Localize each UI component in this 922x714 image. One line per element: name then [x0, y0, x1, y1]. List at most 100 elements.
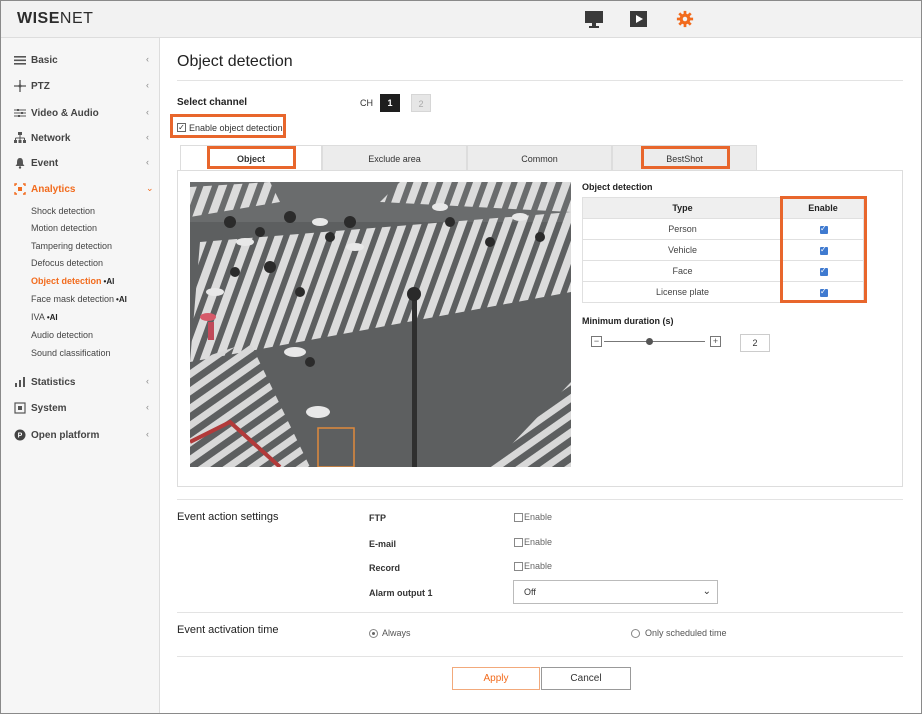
email-label: E-mail	[369, 539, 397, 549]
enable-object-detection-checkbox[interactable]: ✓	[177, 123, 186, 132]
chevron-down-icon: ⌄	[146, 183, 154, 193]
tab-object[interactable]: Object	[180, 145, 322, 171]
camera-scene-image	[190, 182, 571, 467]
sidebar-label: Network	[31, 133, 71, 144]
sidebar-sub-defocus-detection[interactable]: Defocus detection	[31, 258, 103, 268]
sub-label: Face mask detection	[31, 294, 115, 304]
chevron-left-icon: ‹	[146, 132, 149, 142]
sidebar-sub-iva[interactable]: IVA •AI	[31, 312, 58, 322]
enable-cell	[782, 260, 864, 282]
sidebar-item-statistics[interactable]: Statistics ‹	[0, 372, 159, 394]
chevron-left-icon: ‹	[146, 376, 149, 386]
increase-button[interactable]: +	[710, 336, 721, 347]
sidebar-sub-tampering-detection[interactable]: Tampering detection	[31, 241, 112, 251]
sidebar-label: Event	[31, 158, 59, 169]
duration-input[interactable]: 2	[740, 334, 770, 352]
sidebar-item-event[interactable]: Event ‹	[0, 153, 159, 175]
sub-label: Audio detection	[31, 330, 94, 340]
sidebar-item-system[interactable]: System ‹	[0, 398, 159, 420]
play-icon[interactable]	[629, 10, 649, 28]
select-channel-label: Select channel	[177, 97, 248, 108]
enable-object-detection-label: Enable object detection	[189, 123, 283, 133]
svg-text:P: P	[18, 433, 23, 440]
table-row: Vehicle	[582, 239, 864, 261]
apply-button[interactable]: Apply	[452, 667, 540, 690]
ch-label: CH	[360, 98, 373, 108]
alarm-output-select[interactable]: Off ⌄	[513, 580, 718, 604]
list-icon	[14, 56, 26, 65]
always-label: Always	[382, 628, 411, 638]
ai-badge: •AI	[46, 313, 58, 322]
sidebar-item-basic[interactable]: Basic ‹	[0, 50, 159, 72]
person-enable-checkbox[interactable]	[820, 224, 828, 234]
scheduled-radio[interactable]	[631, 629, 640, 638]
email-enable-checkbox[interactable]	[514, 538, 523, 547]
vehicle-enable-checkbox[interactable]	[820, 245, 828, 255]
enable-cell	[782, 281, 864, 303]
sub-label: Defocus detection	[31, 258, 104, 268]
open-platform-icon: P	[14, 429, 26, 441]
sub-label: Sound classification	[31, 348, 111, 358]
sub-label: Shock detection	[31, 206, 96, 216]
divider	[177, 499, 903, 500]
type-cell: Person	[582, 218, 783, 240]
sidebar-item-video-audio[interactable]: Video & Audio ‹	[0, 103, 159, 125]
event-activation-label: Event activation time	[177, 624, 279, 636]
table-row: Face	[582, 260, 864, 282]
decrease-button[interactable]: −	[591, 336, 602, 347]
scheduled-label: Only scheduled time	[645, 628, 727, 638]
channel-1-button[interactable]: 1	[380, 94, 400, 112]
record-label: Record	[369, 563, 401, 573]
sidebar-label: System	[31, 403, 67, 414]
duration-slider-track[interactable]	[604, 341, 705, 342]
gear-icon[interactable]	[675, 10, 695, 28]
sidebar-sub-object-detection[interactable]: Object detection •AI	[31, 276, 114, 286]
tab-common[interactable]: Common	[467, 145, 612, 171]
ftp-enable-checkbox[interactable]	[514, 513, 523, 522]
sidebar-label: Statistics	[31, 377, 76, 388]
sidebar-item-ptz[interactable]: PTZ ‹	[0, 76, 159, 98]
sidebar-item-analytics[interactable]: Analytics ⌄	[0, 179, 159, 201]
camera-preview[interactable]	[190, 182, 571, 467]
sidebar-sub-face-mask-detection[interactable]: Face mask detection •AI	[31, 294, 127, 304]
type-cell: Vehicle	[582, 239, 783, 261]
email-enable-label: Enable	[524, 537, 553, 547]
sliders-icon	[14, 109, 26, 117]
monitor-icon[interactable]	[584, 10, 604, 28]
ai-badge: •AI	[116, 295, 127, 304]
channel-2-button[interactable]: 2	[411, 94, 431, 112]
ftp-label: FTP	[369, 513, 386, 523]
ai-badge: •AI	[103, 277, 115, 286]
sidebar-sub-motion-detection[interactable]: Motion detection	[31, 223, 97, 233]
type-cell: License plate	[582, 281, 783, 303]
type-cell: Face	[582, 260, 783, 282]
object-detection-section-label: Object detection	[582, 182, 653, 192]
face-enable-checkbox[interactable]	[820, 266, 828, 276]
sidebar-item-open-platform[interactable]: P Open platform ‹	[0, 425, 159, 447]
sub-label: Tampering detection	[31, 241, 113, 251]
license-plate-enable-checkbox[interactable]	[820, 287, 828, 297]
tab-bar: Object Exclude area Common BestShot	[177, 145, 903, 171]
divider	[177, 612, 903, 613]
duration-slider-handle[interactable]	[646, 338, 653, 345]
chevron-down-icon: ⌄	[702, 586, 711, 597]
record-enable-checkbox[interactable]	[514, 562, 523, 571]
enable-cell	[782, 239, 864, 261]
wisenet-logo[interactable]: WISENET	[17, 10, 93, 28]
tab-bestshot[interactable]: BestShot	[612, 145, 757, 171]
sidebar-sub-audio-detection[interactable]: Audio detection	[31, 330, 93, 340]
chevron-left-icon: ‹	[146, 402, 149, 412]
chevron-left-icon: ‹	[146, 54, 149, 64]
tab-exclude-area[interactable]: Exclude area	[322, 145, 467, 171]
sidebar-sub-shock-detection[interactable]: Shock detection	[31, 206, 95, 216]
always-radio[interactable]	[369, 629, 378, 638]
sidebar-sub-sound-classification[interactable]: Sound classification	[31, 348, 111, 358]
chevron-left-icon: ‹	[146, 80, 149, 90]
sub-label: IVA	[31, 312, 45, 322]
col-type: Type	[582, 197, 783, 219]
sidebar-item-network[interactable]: Network ‹	[0, 128, 159, 150]
alarm-output-value: Off	[524, 587, 536, 597]
analytics-icon	[14, 183, 26, 195]
cancel-button[interactable]: Cancel	[541, 667, 631, 690]
bar-chart-icon	[15, 377, 25, 387]
